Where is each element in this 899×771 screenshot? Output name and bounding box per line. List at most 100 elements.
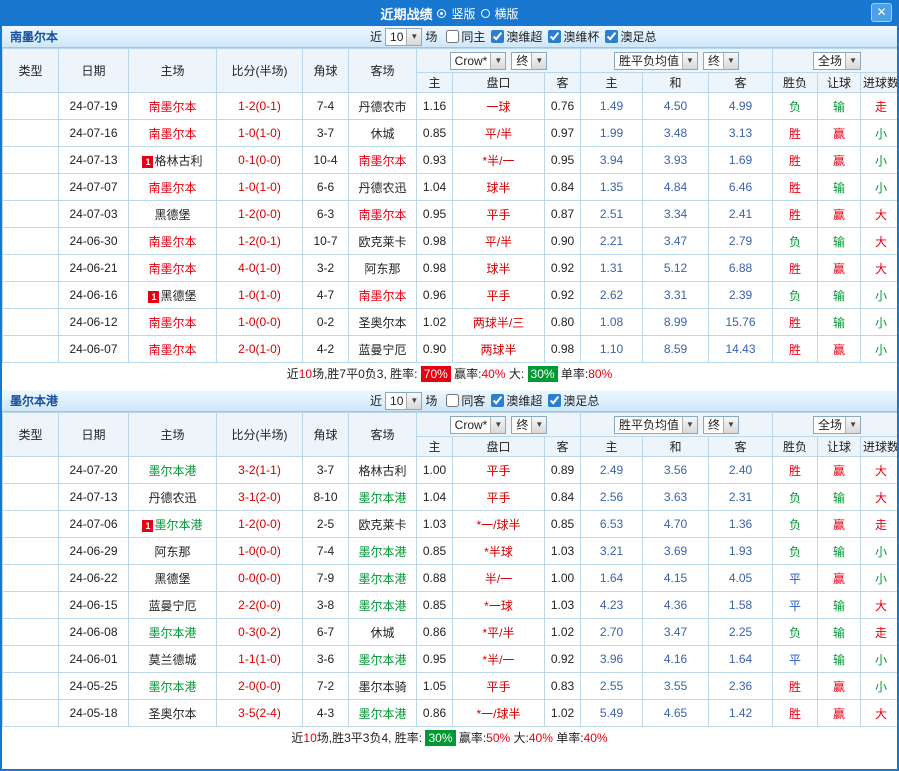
- league-type-badge: 澳维超: [3, 174, 59, 201]
- home-team: 南墨尔本: [129, 255, 217, 282]
- col-date: 日期: [59, 49, 129, 93]
- asia-home-odds: 0.86: [417, 700, 453, 727]
- team-label: 蓝曼宁厄: [358, 343, 406, 357]
- home-team: 黑德堡: [129, 565, 217, 592]
- games-label: 场: [425, 28, 437, 45]
- away-team: 圣奥尔本: [349, 309, 417, 336]
- bookmaker-select[interactable]: Crow*▼: [450, 416, 507, 434]
- team-label: 墨尔本港: [154, 518, 202, 532]
- checkbox-input[interactable]: [548, 394, 561, 407]
- match-count-select[interactable]: 10▼: [385, 28, 422, 46]
- match-row: 澳维超 24-07-19 南墨尔本 1-2(0-1) 7-4 丹德农市 1.16…: [3, 93, 899, 120]
- team-label: 蓝曼宁厄: [148, 599, 196, 613]
- euro-draw-odds: 3.63: [643, 484, 709, 511]
- away-team: 丹德农迅: [349, 174, 417, 201]
- match-row: 澳维超 24-07-06 1墨尔本港 1-2(0-0) 2-5 欧克莱卡 1.0…: [3, 511, 899, 538]
- filter-checkbox[interactable]: 澳维超: [491, 392, 542, 409]
- euro-draw-odds: 4.84: [643, 174, 709, 201]
- match-score: 4-0(1-0): [217, 255, 303, 282]
- asia-time-select[interactable]: 终▼: [511, 52, 547, 70]
- filter-checkbox[interactable]: 澳足总: [605, 28, 656, 45]
- league-type-badge: 澳维超: [3, 457, 59, 484]
- euro-away-odds: 1.69: [709, 147, 773, 174]
- league-type-badge: 澳维超: [3, 336, 59, 363]
- col-euro-away: 客: [709, 437, 773, 457]
- checkbox-input[interactable]: [491, 30, 504, 43]
- league-type-badge: 澳足总: [3, 309, 59, 336]
- bookmaker-select[interactable]: Crow*▼: [450, 52, 507, 70]
- summary-segment: 10: [303, 731, 316, 745]
- asia-handicap: *一球: [453, 592, 545, 619]
- radio-horizontal-label[interactable]: 横版: [495, 5, 519, 22]
- asia-time-select[interactable]: 终▼: [511, 416, 547, 434]
- euro-away-odds: 2.39: [709, 282, 773, 309]
- handicap-result-cell: 赢: [818, 457, 861, 484]
- col-result: 胜负: [773, 437, 818, 457]
- asia-home-odds: 0.98: [417, 255, 453, 282]
- radio-vertical[interactable]: [437, 9, 446, 18]
- euro-away-odds: 6.88: [709, 255, 773, 282]
- team-label: 莫兰德城: [148, 653, 196, 667]
- summary-line: 近10场,胜3平3负4, 胜率: 30% 赢率:50% 大:40% 单率:40%: [2, 727, 897, 749]
- radio-vertical-label[interactable]: 竖版: [451, 5, 475, 22]
- euro-time-select[interactable]: 终▼: [703, 416, 739, 434]
- filter-checkbox[interactable]: 同主: [446, 28, 485, 45]
- checkbox-input[interactable]: [605, 30, 618, 43]
- euro-odds-select[interactable]: 胜平负均值▼: [614, 52, 698, 70]
- filter-checkbox[interactable]: 澳维超: [491, 28, 542, 45]
- chevron-down-icon: ▼: [723, 417, 738, 433]
- checkbox-input[interactable]: [548, 30, 561, 43]
- team-label: 丹德农迅: [148, 491, 196, 505]
- handicap-result-cell: 输: [818, 93, 861, 120]
- euro-home-odds: 5.49: [581, 700, 643, 727]
- radio-horizontal[interactable]: [481, 9, 490, 18]
- filter-checkbox[interactable]: 澳维杯: [548, 28, 599, 45]
- matches-table: 类型 日期 主场 比分(半场) 角球 客场 Crow*▼ 终▼ 胜平负均值▼ 终…: [2, 48, 899, 363]
- summary-segment: 40%: [482, 367, 506, 381]
- team-label: 墨尔本港: [148, 464, 196, 478]
- match-count-select[interactable]: 10▼: [385, 392, 422, 410]
- filter-checkbox[interactable]: 澳足总: [548, 392, 599, 409]
- asia-away-odds: 0.92: [545, 282, 581, 309]
- asia-home-odds: 1.03: [417, 511, 453, 538]
- col-corner: 角球: [303, 413, 349, 457]
- away-team: 格林古利: [349, 457, 417, 484]
- match-row: 澳维超 24-06-07 南墨尔本 2-0(1-0) 4-2 蓝曼宁厄 0.90…: [3, 336, 899, 363]
- match-score: 1-0(0-0): [217, 538, 303, 565]
- summary-line: 近10场,胜7平0负3, 胜率: 70% 赢率:40% 大: 30% 单率:80…: [2, 363, 897, 385]
- summary-segment: 赢率:: [451, 367, 482, 381]
- scope-select[interactable]: 全场▼: [813, 52, 861, 70]
- asia-handicap: 平手: [453, 673, 545, 700]
- euro-draw-odds: 8.99: [643, 309, 709, 336]
- recent-results-window: 近期战绩 竖版 横版 ✕ 南墨尔本 近 10▼ 场 同主澳维超澳维杯澳足总: [0, 0, 899, 771]
- filter-checkbox[interactable]: 同客: [446, 392, 485, 409]
- close-button[interactable]: ✕: [871, 3, 892, 22]
- result-cell: 胜: [773, 700, 818, 727]
- col-away: 客场: [349, 413, 417, 457]
- team-label: 格林古利: [154, 154, 202, 168]
- handicap-result-cell: 赢: [818, 336, 861, 363]
- corner-count: 3-6: [303, 646, 349, 673]
- filter-bar: 近 10▼ 场 同客澳维超澳足总: [367, 392, 599, 410]
- checkbox-input[interactable]: [491, 394, 504, 407]
- match-score: 1-0(1-0): [217, 282, 303, 309]
- euro-home-odds: 1.49: [581, 93, 643, 120]
- result-cell: 负: [773, 93, 818, 120]
- euro-time-select[interactable]: 终▼: [703, 52, 739, 70]
- scope-select[interactable]: 全场▼: [813, 416, 861, 434]
- col-euro-home: 主: [581, 437, 643, 457]
- goals-result-cell: 大: [861, 255, 899, 282]
- euro-odds-select[interactable]: 胜平负均值▼: [614, 416, 698, 434]
- checkbox-label: 澳足总: [563, 392, 599, 409]
- match-date: 24-07-07: [59, 174, 129, 201]
- goals-result-cell: 大: [861, 700, 899, 727]
- checkbox-input[interactable]: [446, 394, 459, 407]
- goals-result-cell: 小: [861, 538, 899, 565]
- chevron-down-icon: ▼: [406, 29, 421, 45]
- chevron-down-icon: ▼: [845, 53, 860, 69]
- euro-draw-odds: 5.12: [643, 255, 709, 282]
- asia-home-odds: 0.85: [417, 592, 453, 619]
- asia-handicap: 球半: [453, 255, 545, 282]
- checkbox-input[interactable]: [446, 30, 459, 43]
- league-type-badge: 澳维超: [3, 619, 59, 646]
